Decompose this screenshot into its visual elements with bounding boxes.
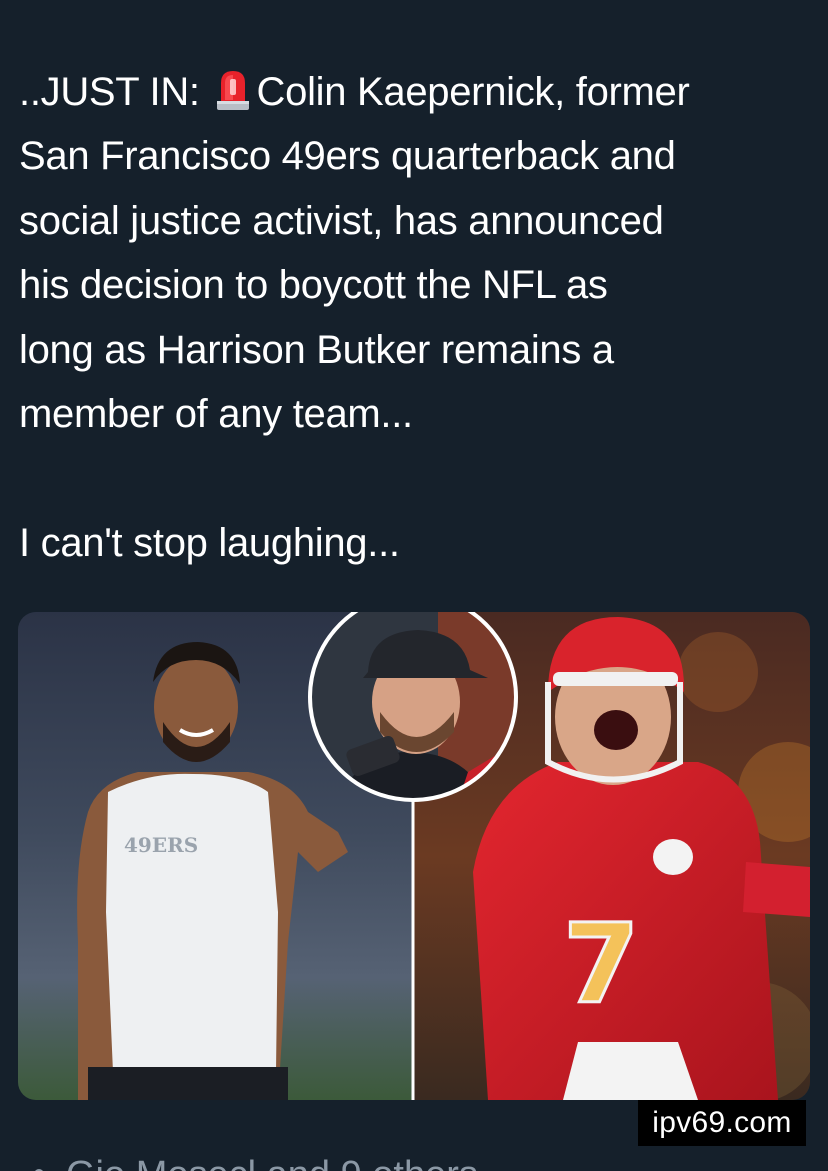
tweet-text-prefix: ..JUST IN: bbox=[19, 70, 211, 114]
tweet-text: ..JUST IN: Colin Kaepernick, former San … bbox=[19, 60, 814, 575]
social-context[interactable]: Gio Mosecl and 9 others bbox=[34, 1150, 478, 1171]
social-context-text: Gio Mosecl and 9 others bbox=[66, 1154, 478, 1171]
jersey-49ers-text: 49ERS bbox=[124, 833, 198, 857]
tweet-image[interactable]: 49ERS 7 bbox=[18, 612, 810, 1100]
tweet-text-body: Colin Kaepernick, former San Francisco 4… bbox=[19, 70, 690, 565]
composite-photo: 49ERS 7 bbox=[18, 612, 810, 1100]
watermark-label: ipv69.com bbox=[638, 1100, 806, 1146]
police-siren-icon bbox=[213, 66, 253, 110]
jersey-number-7: 7 bbox=[563, 900, 640, 1028]
